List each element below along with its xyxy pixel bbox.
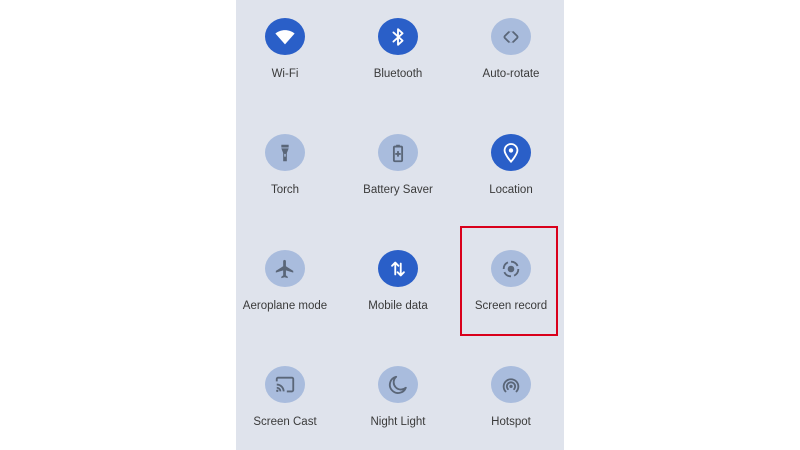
aeroplane-icon: [265, 250, 305, 287]
tile-night-light[interactable]: Night Light: [343, 348, 453, 428]
tile-label: Screen record: [474, 300, 548, 312]
bluetooth-icon: [378, 18, 418, 55]
tile-bluetooth[interactable]: Bluetooth: [343, 0, 453, 80]
mobile-data-icon: [378, 250, 418, 287]
tile-label: Bluetooth: [373, 68, 423, 80]
night-light-icon: [378, 366, 418, 403]
tile-label: Battery Saver: [363, 184, 433, 196]
tile-aeroplane-mode[interactable]: Aeroplane mode: [230, 232, 340, 312]
screen-cast-icon: [265, 366, 305, 403]
auto-rotate-icon: [491, 18, 531, 55]
screen-record-icon: [491, 250, 531, 287]
tile-label: Mobile data: [368, 300, 428, 312]
tile-label: Wi-Fi: [271, 68, 299, 80]
tile-label: Torch: [270, 184, 300, 196]
tile-auto-rotate[interactable]: Auto-rotate: [456, 0, 566, 80]
tile-battery-saver[interactable]: Battery Saver: [343, 116, 453, 196]
hotspot-icon: [491, 366, 531, 403]
wifi-icon: [265, 18, 305, 55]
tile-label: Aeroplane mode: [242, 300, 328, 312]
tile-torch[interactable]: Torch: [230, 116, 340, 196]
tile-screen-record[interactable]: Screen record: [456, 232, 566, 312]
tile-label: Auto-rotate: [482, 68, 540, 80]
tile-location[interactable]: Location: [456, 116, 566, 196]
tile-wifi[interactable]: Wi-Fi: [230, 0, 340, 80]
battery-saver-icon: [378, 134, 418, 171]
torch-icon: [265, 134, 305, 171]
tile-label: Location: [489, 184, 533, 196]
tile-label: Hotspot: [491, 416, 531, 428]
tile-label: Night Light: [370, 416, 426, 428]
tile-screen-cast[interactable]: Screen Cast: [230, 348, 340, 428]
tile-hotspot[interactable]: Hotspot: [456, 348, 566, 428]
tile-mobile-data[interactable]: Mobile data: [343, 232, 453, 312]
tile-label: Screen Cast: [253, 416, 317, 428]
location-icon: [491, 134, 531, 171]
